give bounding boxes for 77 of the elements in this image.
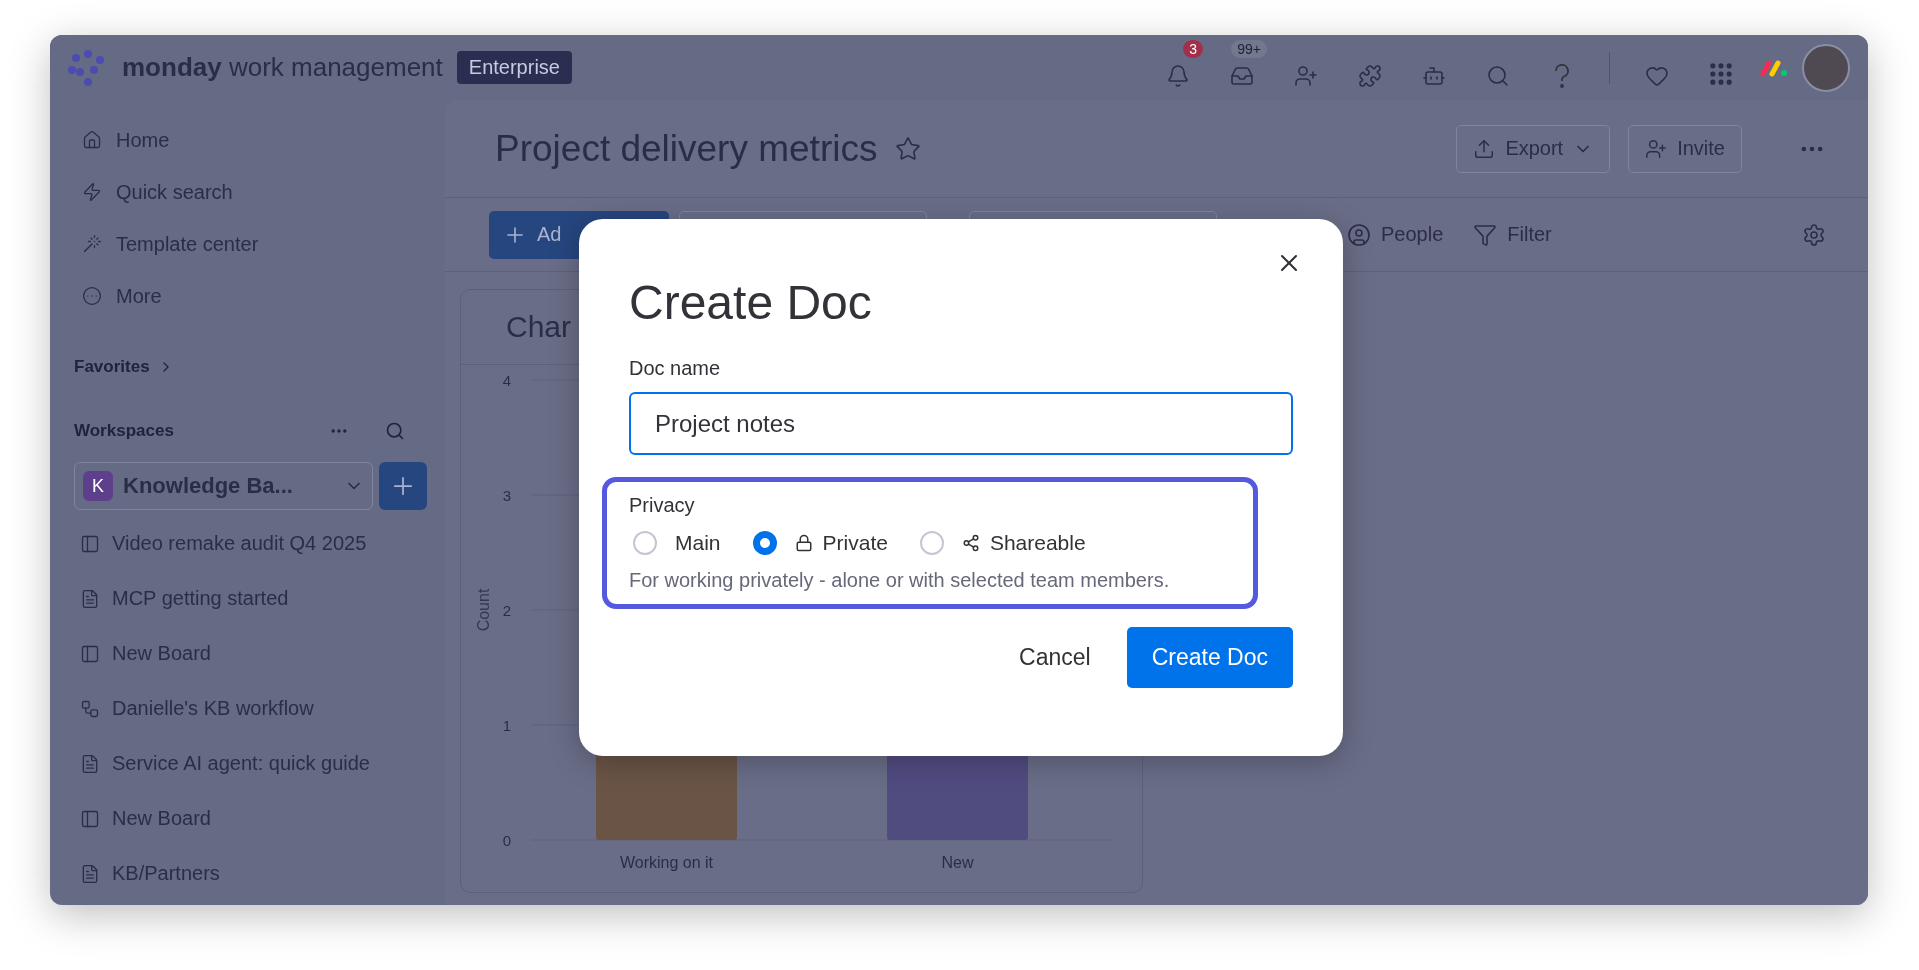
product-logo-icon (1760, 58, 1788, 77)
notifications-button[interactable]: 3 (1153, 39, 1203, 96)
home-icon (82, 130, 102, 150)
board-title: Project delivery metrics (495, 127, 878, 170)
plan-badge: Enterprise (456, 51, 572, 84)
axis-category-label: New (941, 854, 974, 871)
workspace-initial: K (83, 471, 113, 501)
board-icon (80, 808, 100, 829)
workspace-item[interactable]: Danielle's KB workflow (74, 681, 427, 736)
nav-item[interactable]: Quick search (74, 166, 427, 218)
count-badge: 99+ (1231, 39, 1267, 58)
search-icon[interactable] (385, 421, 405, 441)
bell-icon (1166, 63, 1190, 88)
upload-icon (1473, 137, 1496, 160)
filter-button[interactable]: Filter (1463, 222, 1562, 247)
workspace-item[interactable]: Video remake audit Q4 2025 (74, 516, 427, 571)
axis-tick-label: 0 (502, 832, 511, 849)
axis-tick-label: 1 (502, 717, 511, 734)
settings-icon[interactable] (1802, 222, 1826, 247)
document-icon (80, 863, 100, 884)
lightning-icon (82, 182, 102, 202)
privacy-option[interactable]: Private (748, 531, 888, 555)
nav-item[interactable]: More (74, 270, 427, 322)
puzzle-icon (1358, 63, 1382, 88)
share-icon (961, 534, 980, 552)
app-brand: monday work management (122, 52, 443, 83)
radio-button[interactable] (752, 531, 777, 555)
add-button[interactable] (379, 462, 427, 510)
user-plus-icon (1294, 63, 1318, 88)
count-badge: 3 (1183, 39, 1203, 58)
people-button[interactable]: People (1337, 222, 1454, 247)
board-icon (80, 643, 100, 664)
chart-title: Char (506, 310, 572, 344)
workspace-item[interactable]: Service AI agent: quick guide (74, 736, 427, 791)
user-plus-icon (1645, 137, 1668, 160)
lock-icon (794, 534, 813, 552)
field-label: Privacy (629, 494, 696, 517)
inbox-button[interactable]: 99+ (1217, 39, 1267, 96)
star-icon[interactable] (895, 135, 922, 162)
cancel-button[interactable]: Cancel (1003, 634, 1107, 681)
question-mark-icon (1554, 63, 1570, 88)
workflow-icon (80, 698, 100, 719)
document-icon (80, 588, 100, 609)
radio-button[interactable] (919, 531, 944, 555)
axis-tick-label: 3 (502, 487, 511, 504)
section-heading[interactable]: Favorites (74, 357, 150, 377)
dialog-title: Create Doc (629, 275, 873, 331)
privacy-option[interactable]: Main (629, 531, 721, 555)
export-button[interactable]: Export (1456, 124, 1611, 173)
workspace-item[interactable]: KB/Partners (74, 846, 427, 901)
search-icon (1486, 63, 1510, 88)
workspace-item[interactable]: New Board (74, 791, 427, 846)
person-icon (1347, 222, 1371, 247)
wand-icon (82, 234, 102, 254)
workspace-name: Knowledge Ba... (123, 473, 294, 499)
doc-name-input[interactable]: Project notes (629, 392, 1293, 455)
axis-title: Count (475, 588, 492, 632)
workspace-item[interactable]: MCP getting started (74, 571, 427, 626)
invite-button[interactable]: Invite (1628, 124, 1742, 173)
board-icon (80, 533, 100, 554)
field-label: Doc name (629, 357, 722, 380)
workspace-selector[interactable]: K Knowledge Ba... (74, 462, 373, 510)
privacy-option[interactable]: Shareable (915, 531, 1086, 555)
create-doc-button[interactable]: Create Doc (1126, 627, 1293, 688)
user-avatar[interactable] (1802, 43, 1850, 92)
document-icon (80, 753, 100, 774)
section-heading: Workspaces (74, 421, 175, 441)
funnel-icon (1473, 222, 1498, 247)
nav-item[interactable]: Home (74, 114, 427, 166)
nav-item[interactable]: Template center (74, 218, 427, 270)
axis-category-label: Working on it (619, 854, 714, 871)
workspace-item[interactable]: New Board (74, 626, 427, 681)
privacy-description: For working privately - alone or with selected team members. (629, 569, 1171, 592)
radio-button[interactable] (633, 531, 657, 555)
axis-tick-label: 4 (502, 372, 511, 389)
more-icon (82, 286, 102, 306)
axis-tick-label: 2 (502, 602, 511, 619)
